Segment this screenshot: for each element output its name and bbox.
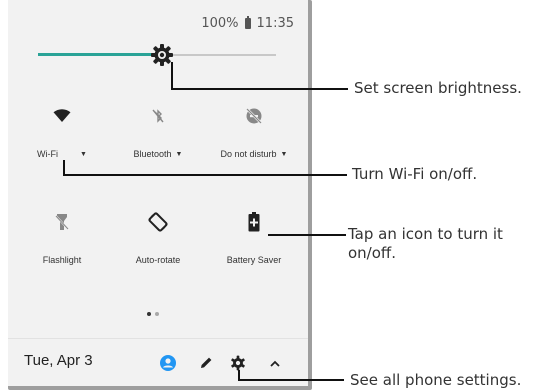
- callout-settings-text: See all phone settings.: [350, 371, 522, 389]
- tile-wifi[interactable]: Wi-Fi ▼: [14, 104, 110, 159]
- callout-settings-line: [238, 379, 344, 381]
- battery-saver-icon[interactable]: [206, 210, 302, 234]
- flashlight-off-icon[interactable]: [14, 210, 110, 234]
- collapse-chevron-up-icon[interactable]: [263, 351, 287, 375]
- status-bar: 100% 11:35: [201, 16, 294, 31]
- page-dot-active[interactable]: [147, 312, 151, 316]
- callout-tap-icon-text-2: on/off.: [348, 244, 397, 262]
- tile-dnd-label[interactable]: Do not disturb ▼: [206, 149, 302, 159]
- tile-auto-rotate-label[interactable]: Auto-rotate: [110, 255, 206, 265]
- tile-bluetooth-label[interactable]: Bluetooth ▼: [110, 149, 206, 159]
- callout-tap-icon-text: Tap an icon to turn it: [348, 225, 503, 243]
- tile-auto-rotate[interactable]: Auto-rotate: [110, 210, 206, 265]
- quick-settings-panel: 100% 11:35 Wi-Fi ▼ Bluetooth ▼ Do not di…: [8, 0, 308, 386]
- tile-battery-saver[interactable]: Battery Saver: [206, 210, 302, 265]
- clock: 11:35: [256, 16, 294, 31]
- wifi-dropdown-chevron-icon[interactable]: ▼: [80, 151, 87, 158]
- brightness-slider[interactable]: [38, 44, 276, 66]
- user-icon[interactable]: [156, 351, 180, 375]
- tile-bluetooth[interactable]: Bluetooth ▼: [110, 104, 206, 159]
- auto-rotate-icon[interactable]: [110, 210, 206, 234]
- callout-brightness-line: [171, 88, 348, 90]
- brightness-track-fill: [38, 53, 162, 56]
- callout-brightness-text: Set screen brightness.: [354, 79, 522, 97]
- callout-brightness-connector: [171, 62, 173, 89]
- tile-wifi-label[interactable]: Wi-Fi ▼: [14, 149, 110, 159]
- tile-battery-saver-label[interactable]: Battery Saver: [206, 255, 302, 265]
- callout-wifi-text: Turn Wi-Fi on/off.: [352, 165, 478, 183]
- page-indicator: [147, 312, 159, 316]
- page-dot[interactable]: [155, 312, 159, 316]
- bluetooth-disabled-icon[interactable]: [110, 104, 206, 128]
- bluetooth-dropdown-chevron-icon[interactable]: ▼: [176, 151, 183, 158]
- callout-wifi-line: [63, 174, 347, 176]
- callout-tap-icon-line: [268, 234, 346, 236]
- battery-percentage: 100%: [201, 16, 239, 31]
- tile-do-not-disturb[interactable]: Do not disturb ▼: [206, 104, 302, 159]
- callout-wifi-connector: [63, 160, 65, 175]
- battery-icon: [244, 16, 251, 29]
- edit-pencil-icon[interactable]: [194, 351, 218, 375]
- dnd-dropdown-chevron-icon[interactable]: ▼: [281, 151, 288, 158]
- tile-flashlight[interactable]: Flashlight: [14, 210, 110, 265]
- date-label[interactable]: Tue, Apr 3: [24, 352, 93, 369]
- do-not-disturb-off-icon[interactable]: [206, 104, 302, 128]
- wifi-icon[interactable]: [14, 104, 110, 128]
- tile-flashlight-label[interactable]: Flashlight: [14, 255, 110, 265]
